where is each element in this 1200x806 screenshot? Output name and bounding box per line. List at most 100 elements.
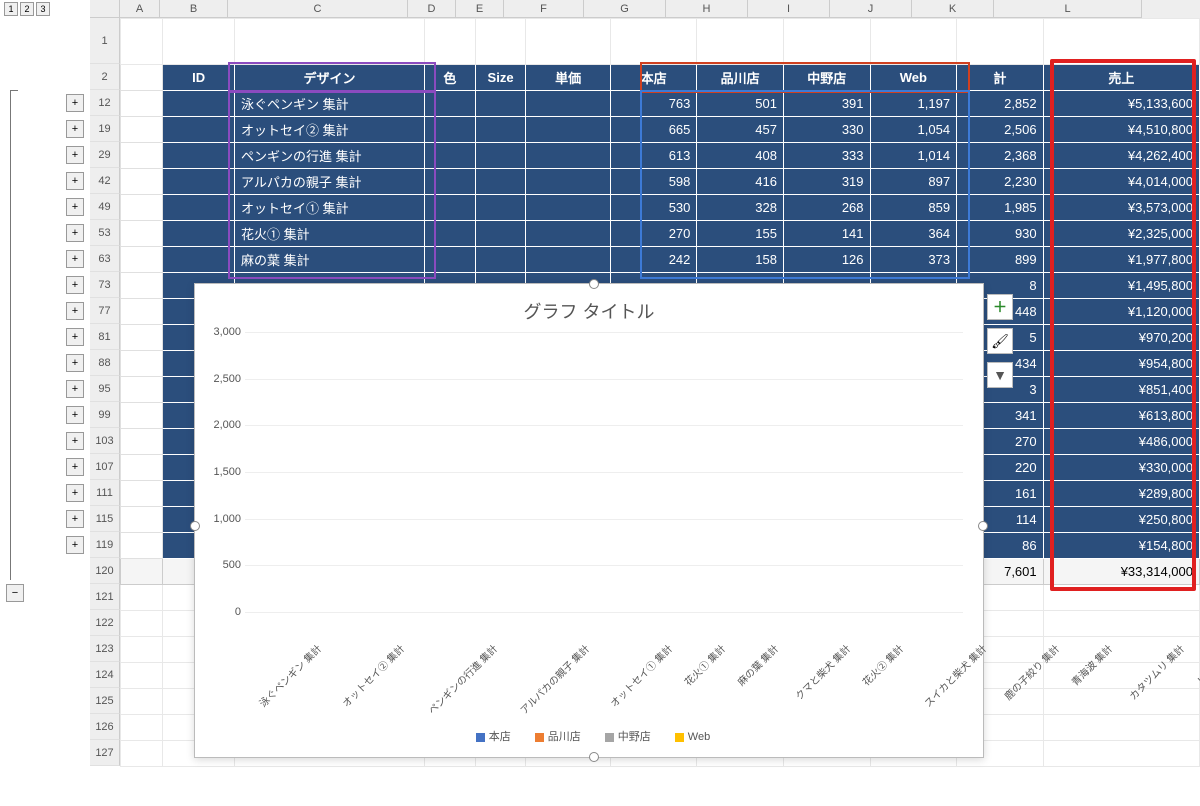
row-header-49[interactable]: 49 <box>90 194 120 220</box>
row-header-123[interactable]: 123 <box>90 636 120 662</box>
cell[interactable] <box>121 247 163 273</box>
cell[interactable]: 126 <box>783 247 870 273</box>
cell[interactable] <box>121 351 163 377</box>
cell[interactable]: アルパカの親子 集計 <box>235 169 425 195</box>
row-header-127[interactable]: 127 <box>90 740 120 766</box>
cell[interactable]: 899 <box>957 247 1044 273</box>
row-header-42[interactable]: 42 <box>90 168 120 194</box>
cell[interactable] <box>163 247 235 273</box>
outline-expand-row[interactable]: + <box>66 458 84 476</box>
cell[interactable] <box>121 169 163 195</box>
cell[interactable]: デザイン <box>235 65 425 91</box>
cell[interactable]: ¥5,133,600 <box>1043 91 1199 117</box>
cell[interactable]: 1,014 <box>870 143 957 169</box>
outline-level-2[interactable]: 2 <box>20 2 34 16</box>
cell[interactable]: 色 <box>425 65 476 91</box>
cell[interactable]: オットセイ② 集計 <box>235 117 425 143</box>
row-header-95[interactable]: 95 <box>90 376 120 402</box>
cell[interactable]: 中野店 <box>783 65 870 91</box>
cell[interactable] <box>425 247 476 273</box>
cell[interactable] <box>121 715 163 741</box>
chart-plus-button[interactable]: ＋ <box>987 294 1013 320</box>
outline-expand-row[interactable]: + <box>66 250 84 268</box>
cell[interactable]: 2,852 <box>957 91 1044 117</box>
cell[interactable]: 麻の葉 集計 <box>235 247 425 273</box>
row-header-115[interactable]: 115 <box>90 506 120 532</box>
cell[interactable] <box>121 585 163 611</box>
row-header-29[interactable]: 29 <box>90 142 120 168</box>
cell[interactable]: 本店 <box>610 65 697 91</box>
outline-expand-row[interactable]: + <box>66 94 84 112</box>
cell[interactable]: 2,230 <box>957 169 1044 195</box>
cell[interactable] <box>526 169 610 195</box>
cell[interactable] <box>121 429 163 455</box>
cell[interactable] <box>121 19 163 65</box>
cell[interactable] <box>121 299 163 325</box>
cell[interactable]: 1,054 <box>870 117 957 143</box>
chart-plot-area[interactable]: 05001,0001,5002,0002,5003,000 <box>245 332 963 612</box>
cell[interactable] <box>425 91 476 117</box>
cell[interactable] <box>121 403 163 429</box>
cell[interactable]: 613 <box>610 143 697 169</box>
cell[interactable]: 1,985 <box>957 195 1044 221</box>
cell[interactable]: ¥289,800 <box>1043 481 1199 507</box>
cell[interactable]: ¥851,400 <box>1043 377 1199 403</box>
cell[interactable] <box>121 325 163 351</box>
row-header-126[interactable]: 126 <box>90 714 120 740</box>
outline-level-3[interactable]: 3 <box>36 2 50 16</box>
cell[interactable]: 897 <box>870 169 957 195</box>
cell[interactable]: 泳ぐペンギン 集計 <box>235 91 425 117</box>
cell[interactable] <box>475 247 526 273</box>
cell[interactable] <box>475 143 526 169</box>
row-header-19[interactable]: 19 <box>90 116 120 142</box>
row-header-124[interactable]: 124 <box>90 662 120 688</box>
cell[interactable] <box>475 19 526 65</box>
cell[interactable] <box>121 455 163 481</box>
cell[interactable] <box>121 195 163 221</box>
row-header-111[interactable]: 111 <box>90 480 120 506</box>
cell[interactable] <box>121 637 163 663</box>
cell[interactable] <box>1043 585 1199 611</box>
cell[interactable]: 花火① 集計 <box>235 221 425 247</box>
col-header-H[interactable]: H <box>666 0 748 18</box>
cell[interactable]: 457 <box>697 117 784 143</box>
cell[interactable]: 859 <box>870 195 957 221</box>
cell[interactable]: ¥4,510,800 <box>1043 117 1199 143</box>
cell[interactable] <box>526 91 610 117</box>
col-header-B[interactable]: B <box>160 0 228 18</box>
col-header-C[interactable]: C <box>228 0 408 18</box>
row-header-121[interactable]: 121 <box>90 584 120 610</box>
cell[interactable] <box>163 19 235 65</box>
cell[interactable]: 268 <box>783 195 870 221</box>
cell[interactable] <box>121 533 163 559</box>
col-header-K[interactable]: K <box>912 0 994 18</box>
row-header-1[interactable]: 1 <box>90 18 120 64</box>
cell[interactable]: ¥486,000 <box>1043 429 1199 455</box>
cell[interactable] <box>475 169 526 195</box>
cell[interactable]: 501 <box>697 91 784 117</box>
cell[interactable] <box>121 91 163 117</box>
outline-expand-row[interactable]: + <box>66 432 84 450</box>
outline-expand-row[interactable]: + <box>66 354 84 372</box>
row-header-107[interactable]: 107 <box>90 454 120 480</box>
outline-expand-row[interactable]: + <box>66 536 84 554</box>
cell[interactable]: 2,368 <box>957 143 1044 169</box>
cell[interactable]: 416 <box>697 169 784 195</box>
cell[interactable]: 330 <box>783 117 870 143</box>
cell[interactable]: ¥4,014,000 <box>1043 169 1199 195</box>
cell[interactable]: ペンギンの行進 集計 <box>235 143 425 169</box>
embedded-chart[interactable]: ＋ 🖌 ▼ グラフ タイトル 05001,0001,5002,0002,5003… <box>194 283 984 758</box>
cell[interactable] <box>425 195 476 221</box>
cell[interactable]: ¥250,800 <box>1043 507 1199 533</box>
col-header-I[interactable]: I <box>748 0 830 18</box>
outline-expand-row[interactable]: + <box>66 380 84 398</box>
cell[interactable]: ¥2,325,000 <box>1043 221 1199 247</box>
col-header-L[interactable]: L <box>994 0 1142 18</box>
cell[interactable] <box>163 221 235 247</box>
cell[interactable]: 売上 <box>1043 65 1199 91</box>
cell[interactable] <box>475 91 526 117</box>
row-header-81[interactable]: 81 <box>90 324 120 350</box>
outline-expand-row[interactable]: + <box>66 484 84 502</box>
cell[interactable]: 364 <box>870 221 957 247</box>
cell[interactable] <box>121 221 163 247</box>
